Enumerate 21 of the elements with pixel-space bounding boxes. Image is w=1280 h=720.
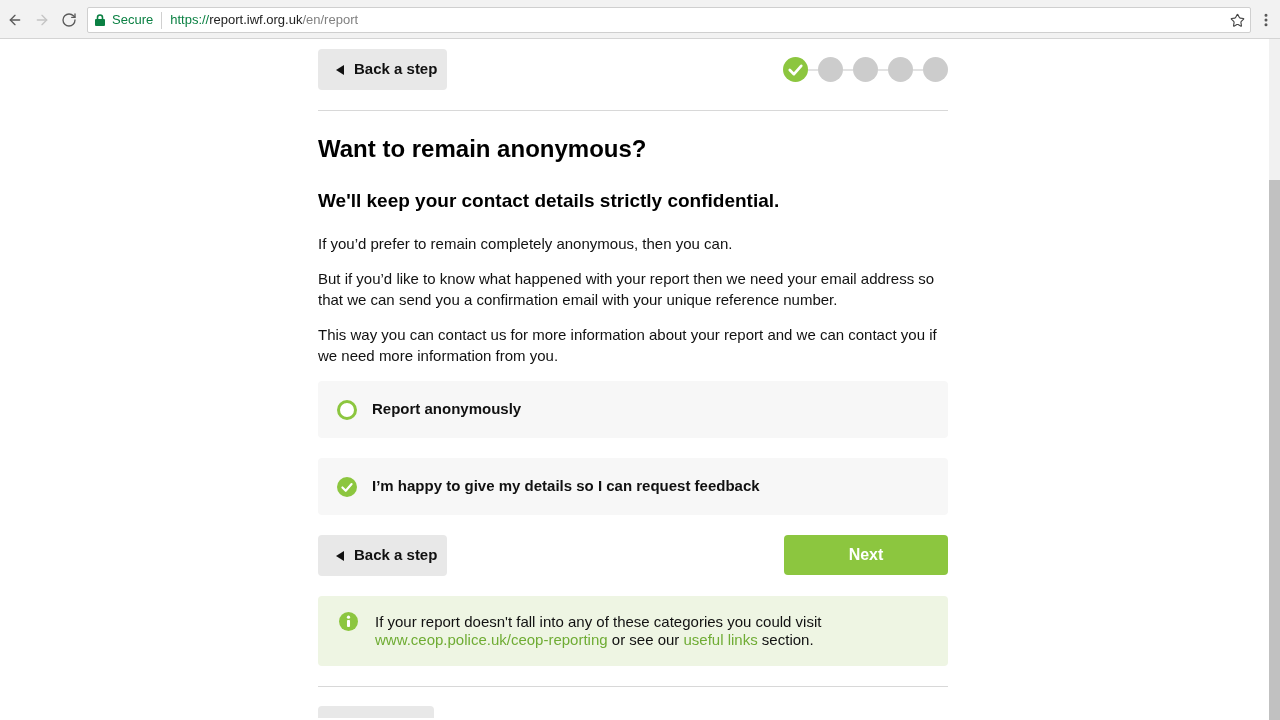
page-heading: Want to remain anonymous? — [318, 134, 648, 164]
lock-icon — [95, 14, 105, 26]
option-card[interactable]: Report anonymously — [318, 381, 948, 438]
scrollbar-thumb[interactable] — [1269, 180, 1280, 720]
body-paragraph: But if you’d like to know what happened with your report then we need your email address so that we can send you a confirmation email with your unique reference number. — [318, 269, 936, 310]
security-label: Secure — [112, 11, 154, 30]
url-text: https://report.iwf.org.uk/en/report — [170, 11, 359, 30]
bookmark-star-icon[interactable] — [1230, 12, 1245, 28]
left-triangle-icon — [336, 64, 344, 75]
reload-icon — [61, 12, 77, 28]
info-icon — [339, 612, 358, 631]
left-triangle-icon — [336, 550, 344, 561]
page-subheading: We'll keep your contact details strictly confidential. — [318, 189, 781, 213]
back-step-button[interactable]: Back a step — [318, 49, 447, 90]
body-paragraph: If you’d prefer to remain completely anonymous, then you can. — [318, 234, 734, 254]
back-step-button[interactable]: Back a step — [318, 535, 447, 576]
right-arrow-icon — [34, 12, 50, 28]
address-bar[interactable]: Secure https://report.iwf.org.uk/en/report — [87, 7, 1251, 33]
option-card[interactable]: I’m happy to give my details so I can request feedback — [318, 458, 948, 515]
body-paragraph: This way you can contact us for more information about your report and we can contact you if we need more information from you. — [318, 325, 938, 366]
info-text: If your report doesn't fall into any of these categories you could visit www.ceop.police.uk/ceop-reporting or see our useful links section. — [375, 613, 823, 649]
